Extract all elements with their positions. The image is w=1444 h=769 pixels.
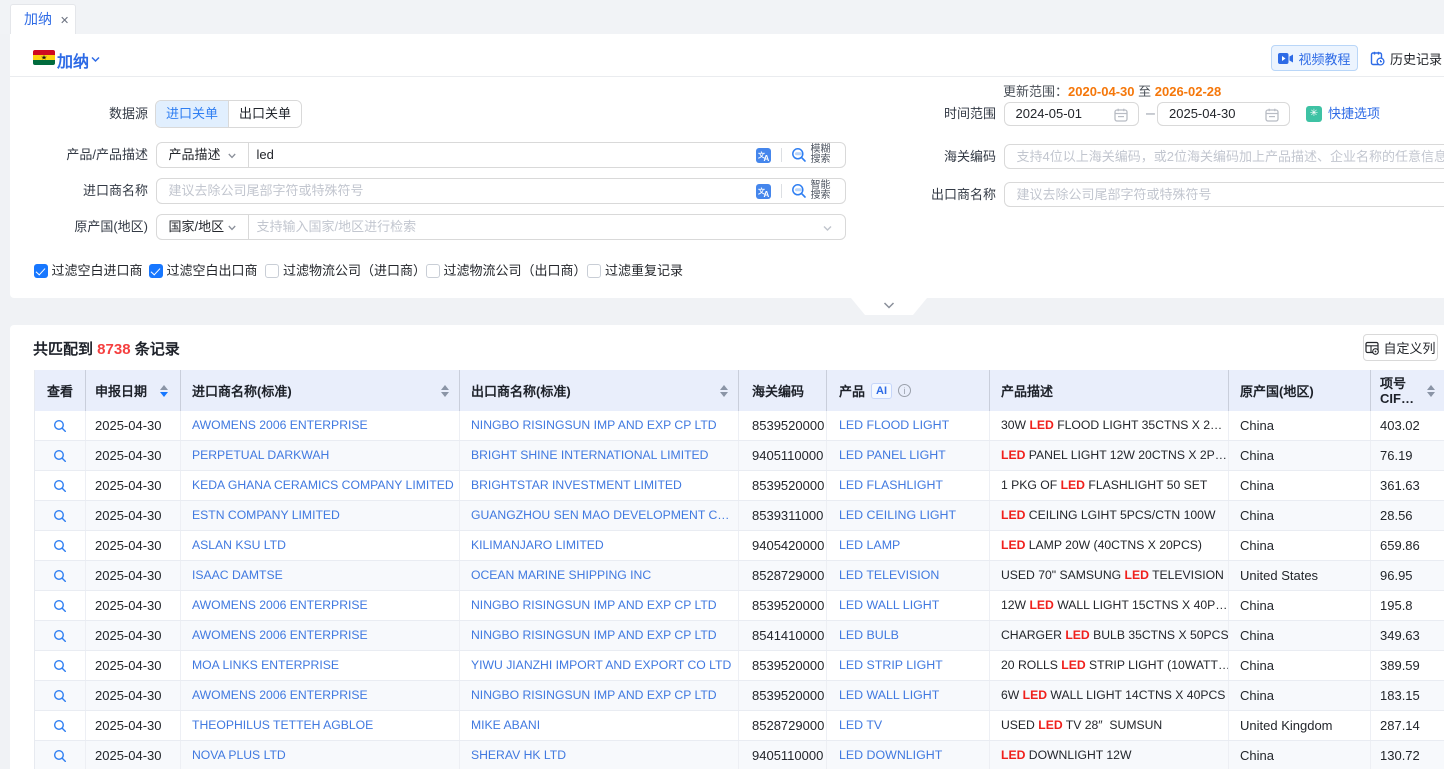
svg-text:A: A — [763, 154, 769, 163]
svg-text:A: A — [763, 190, 769, 199]
